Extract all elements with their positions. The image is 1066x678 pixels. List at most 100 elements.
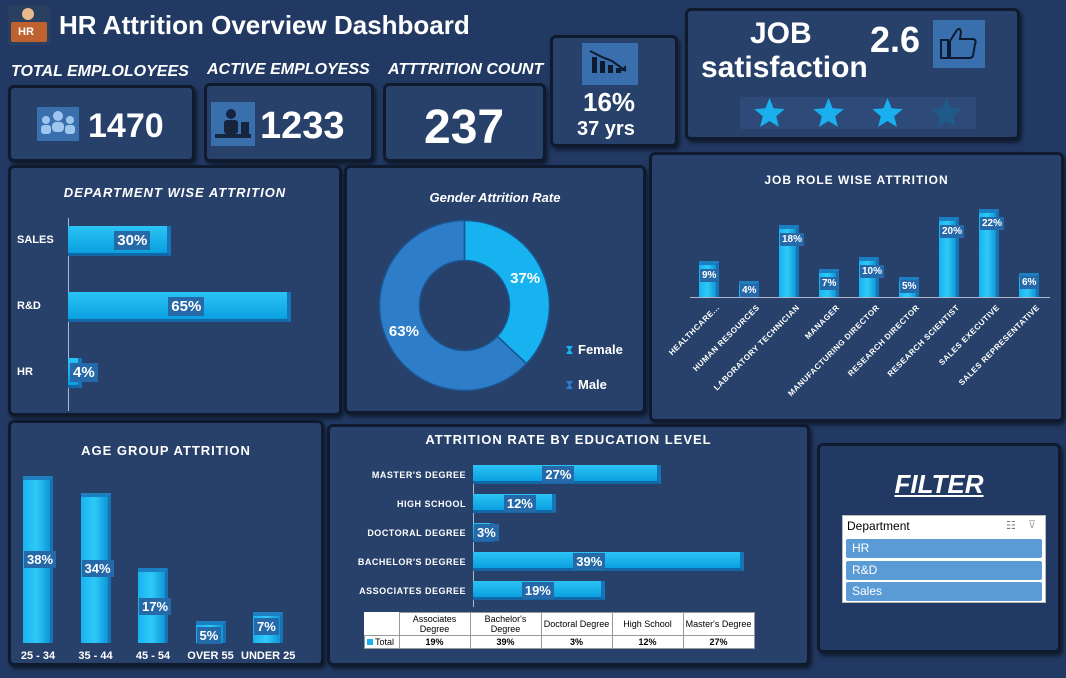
legend-key-icon xyxy=(566,346,573,354)
job-satisfaction-card: JOB satisfaction 2.6 xyxy=(685,8,1020,140)
education-category-label: HIGH SCHOOL xyxy=(396,499,466,509)
education-data-label: 39% xyxy=(573,553,606,570)
job-role-data-label: 5% xyxy=(900,280,919,293)
job-role-data-label: 7% xyxy=(820,277,839,290)
job-satisfaction-label-line1: JOB xyxy=(750,17,812,50)
hr-logo-text: HR xyxy=(18,26,34,38)
job-role-data-label: 6% xyxy=(1020,276,1039,289)
slicer-header-label: Department xyxy=(847,519,910,533)
age-group-data-label: 17% xyxy=(139,597,172,615)
star-icon xyxy=(813,98,844,127)
average-age-value: 37 yrs xyxy=(577,118,635,140)
department-category-label: SALES xyxy=(17,234,54,246)
legend-key-icon xyxy=(367,639,373,645)
legend-label-female: Female xyxy=(578,342,623,357)
total-employees-card: 1470 xyxy=(8,85,195,162)
education-category-label: MASTER'S DEGREE xyxy=(371,470,466,480)
age-group-category-label: 35 - 44 xyxy=(78,650,113,662)
age-group-attrition-panel: AGE GROUP ATTRITION 38% 25 - 34 34% 35 - 44… xyxy=(8,420,324,666)
gender-donut-chart xyxy=(378,219,551,392)
education-category-label: ASSOCIATES DEGREE xyxy=(359,586,466,596)
education-table-cell: 27% xyxy=(682,635,755,649)
department-data-label: 65% xyxy=(168,297,205,316)
job-role-category-label: HUMAN RESOURCES xyxy=(691,303,762,374)
legend-label-male: Male xyxy=(578,377,607,392)
education-table-column-header: Doctoral Degree xyxy=(540,612,613,636)
education-table-column-header: Bachelor's Degree xyxy=(469,612,542,636)
donut-slice-female xyxy=(463,219,551,365)
age-group-attrition-title: AGE GROUP ATTRITION xyxy=(81,443,251,458)
employee-at-desk-icon xyxy=(211,102,255,146)
donut-data-label: 63% xyxy=(388,322,419,340)
attrition-count-value: 237 xyxy=(424,101,505,154)
department-data-label: 4% xyxy=(70,363,98,382)
department-attrition-title: DEPARTMENT WISE ATTRITION xyxy=(63,185,287,200)
age-group-data-label: 38% xyxy=(24,551,57,569)
education-attrition-panel: ATTRITION RATE BY EDUCATION LEVEL MASTER… xyxy=(327,424,810,666)
education-table-header: Associates Degree Bachelor's Degree Doctor… xyxy=(364,612,755,636)
job-role-attrition-title: JOB ROLE WISE ATTRITION xyxy=(764,173,949,187)
job-role-category-label: RESEARCH DIRECTOR xyxy=(846,303,922,379)
hr-logo: HR xyxy=(8,5,50,45)
job-satisfaction-label-line2: satisfaction xyxy=(701,51,868,84)
page-title: HR Attrition Overview Dashboard xyxy=(59,10,470,40)
clear-filter-icon[interactable]: ⊽ xyxy=(1028,518,1036,531)
age-group-category-label: UNDER 25 xyxy=(241,650,296,662)
multi-select-icon[interactable]: ☷ xyxy=(1006,519,1016,532)
rating-stars-graphic xyxy=(754,98,962,127)
department-data-label: 30% xyxy=(114,231,151,250)
job-role-category-label: LABORATORY TECHNICIAN xyxy=(712,303,802,393)
job-role-category-label: SALES REPRESENTATIVE xyxy=(957,303,1042,388)
education-table-column-header: High School xyxy=(611,612,684,636)
slicer-item-rd[interactable]: R&D xyxy=(846,560,1042,580)
total-employees-value: 1470 xyxy=(88,107,164,145)
education-attrition-title: ATTRITION RATE BY EDUCATION LEVEL xyxy=(425,432,712,447)
education-data-label: 12% xyxy=(503,495,536,512)
gender-attrition-title: Gender Attrition Rate xyxy=(429,190,561,205)
filter-title: FILTER xyxy=(894,469,984,499)
slicer-item-hr[interactable]: HR xyxy=(846,539,1042,558)
job-satisfaction-value: 2.6 xyxy=(870,19,921,60)
hr-logo-person xyxy=(22,8,34,20)
donut-data-label: 37% xyxy=(510,270,541,288)
attrition-count-card: 237 xyxy=(383,83,546,162)
education-table-cell: 12% xyxy=(611,635,684,649)
education-table-cell: 3% xyxy=(540,635,613,649)
job-role-data-label: 10% xyxy=(860,265,885,278)
job-role-data-label: 4% xyxy=(740,284,759,297)
education-table-cell: 39% xyxy=(469,635,542,649)
education-category-label: BACHELOR'S DEGREE xyxy=(357,557,466,567)
education-bar xyxy=(473,552,745,571)
age-group-data-label: 7% xyxy=(254,618,279,636)
people-group-icon xyxy=(37,107,79,141)
department-attrition-panel: DEPARTMENT WISE ATTRITION SALES 30% R&D 65%… xyxy=(8,165,342,416)
star-icon xyxy=(872,98,903,127)
job-role-attrition-panel: JOB ROLE WISE ATTRITION 9% HEALTHCARE... 4… xyxy=(649,152,1064,422)
age-group-data-label: 5% xyxy=(196,627,222,644)
gender-attrition-panel: Gender Attrition Rate 37% 63% Female Male xyxy=(344,165,646,414)
education-category-label: DOCTORAL DEGREE xyxy=(367,528,466,538)
education-data-table: Associates Degree Bachelor's Degree Doctor… xyxy=(364,612,755,649)
education-table-row-label: Total xyxy=(364,635,400,649)
active-employees-label: ACTIVE EMPLOYESS xyxy=(207,61,370,78)
star-icon xyxy=(931,98,962,127)
job-role-data-label: 18% xyxy=(780,233,805,246)
job-role-category-label: MANAGER xyxy=(803,303,842,342)
department-category-label: HR xyxy=(17,366,33,378)
job-role-category-label: RESEARCH SCIENTIST xyxy=(885,303,962,379)
attrition-count-label: ATTTRITION COUNT xyxy=(388,61,544,78)
legend-key-icon xyxy=(566,381,573,389)
active-employees-card: 1233 xyxy=(204,83,374,162)
education-table-column-header: Master's Degree xyxy=(682,612,755,636)
education-data-label: 19% xyxy=(521,582,554,599)
age-group-data-label: 34% xyxy=(81,560,114,578)
job-role-axis-line xyxy=(690,297,1050,298)
education-data-label: 27% xyxy=(542,466,575,483)
education-table-column-header: Associates Degree xyxy=(398,612,471,636)
education-table-row-label-text: Total xyxy=(375,637,395,647)
slicer-item-sales[interactable]: Sales xyxy=(846,582,1042,601)
department-category-label: R&D xyxy=(17,300,41,312)
active-employees-value: 1233 xyxy=(260,105,345,147)
declining-chart-icon xyxy=(582,43,638,85)
education-table-cell: 19% xyxy=(398,635,471,649)
